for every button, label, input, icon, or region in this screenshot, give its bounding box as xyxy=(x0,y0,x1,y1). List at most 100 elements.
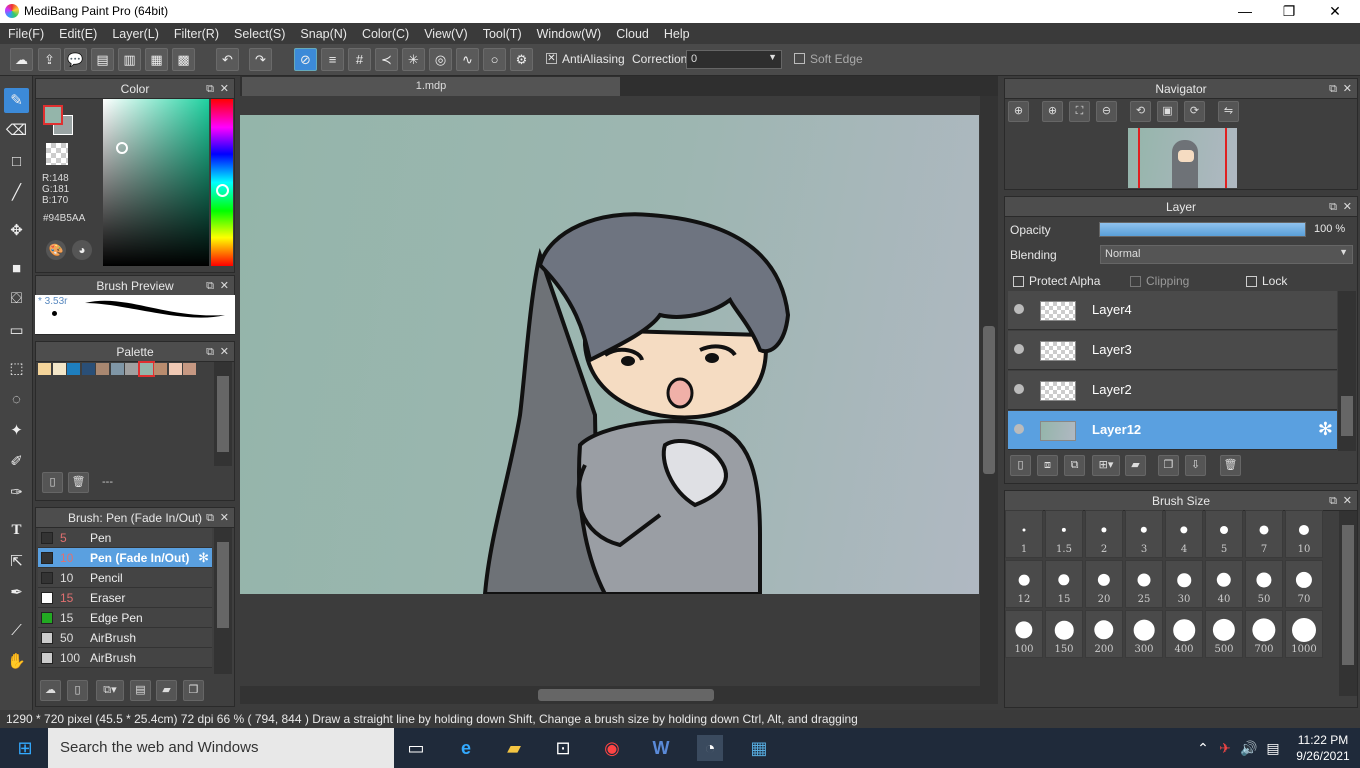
select-pen-tool-icon[interactable]: ✐ xyxy=(4,449,29,474)
radial-snap-icon[interactable]: ✳ xyxy=(402,48,425,71)
medibang-taskbar-icon[interactable]: ◔ xyxy=(697,735,723,761)
hue-slider-handle[interactable] xyxy=(216,184,229,197)
menu-filter[interactable]: Filter(R) xyxy=(174,27,219,41)
menu-layer[interactable]: Layer(L) xyxy=(112,27,159,41)
new-1bit-layer-icon[interactable]: ⧉ xyxy=(1064,455,1085,476)
taskbar-search-box[interactable]: Search the web and Windows xyxy=(48,728,394,768)
artwork-canvas[interactable] xyxy=(240,115,979,594)
eye-icon[interactable] xyxy=(1014,304,1024,314)
eye-icon[interactable] xyxy=(1014,424,1024,434)
palette-scrollbar[interactable] xyxy=(214,362,232,466)
palette-swatch[interactable] xyxy=(168,363,182,375)
clock[interactable]: 11:22 PM 9/26/2021 xyxy=(1290,732,1356,764)
add-layer-menu-icon[interactable]: ⊞▾ xyxy=(1092,455,1120,476)
close-icon[interactable]: ✕ xyxy=(220,342,229,362)
brush-size-option[interactable]: 70 xyxy=(1285,560,1323,608)
brush-size-option[interactable]: 150 xyxy=(1045,610,1083,658)
parallel-snap-icon[interactable]: ≡ xyxy=(321,48,344,71)
new-layer-icon[interactable]: ▯ xyxy=(1010,455,1031,476)
cloud-icon[interactable]: ☁ xyxy=(10,48,33,71)
redo-icon[interactable]: ↷ xyxy=(249,48,272,71)
brush-folder-icon[interactable]: ▰ xyxy=(156,680,177,701)
edge-browser-icon[interactable]: e xyxy=(453,735,479,761)
close-icon[interactable]: ✕ xyxy=(220,508,229,528)
task-view-icon[interactable]: ▭ xyxy=(403,735,429,761)
brush-size-option[interactable]: 15 xyxy=(1045,560,1083,608)
rotate-right-icon[interactable]: ⟳ xyxy=(1184,101,1205,122)
layer-row[interactable]: Layer2 xyxy=(1008,371,1337,410)
popout-icon[interactable]: ⧉ xyxy=(206,276,214,296)
menu-select[interactable]: Select(S) xyxy=(234,27,285,41)
move-tool-icon[interactable]: ✥ xyxy=(4,218,29,243)
shape-tool-icon[interactable]: □ xyxy=(4,149,29,174)
canvas-vscroll-thumb[interactable] xyxy=(983,326,995,474)
menu-file[interactable]: File(F) xyxy=(8,27,44,41)
gear-icon[interactable]: ✻ xyxy=(1318,419,1333,440)
popout-icon[interactable]: ⧉ xyxy=(1329,197,1337,217)
new-folder-icon[interactable]: ▰ xyxy=(1125,455,1146,476)
palette-scroll-thumb[interactable] xyxy=(217,376,229,452)
palette-swatch[interactable] xyxy=(38,363,51,375)
brush-size-option[interactable]: 1000 xyxy=(1285,610,1323,658)
select-eraser-tool-icon[interactable]: ✑ xyxy=(4,480,29,505)
store-icon[interactable]: ⊡ xyxy=(550,735,576,761)
brush-size-option[interactable]: 25 xyxy=(1125,560,1163,608)
brush-item[interactable]: 10 Pencil xyxy=(38,568,212,588)
gear-icon[interactable]: ✻ xyxy=(198,550,209,566)
fill-shape-tool-icon[interactable]: ■ xyxy=(4,256,29,281)
cloud-brush-icon[interactable]: ☁ xyxy=(40,680,61,701)
palette-swatch[interactable] xyxy=(81,363,95,375)
brush-size-option[interactable]: 12 xyxy=(1005,560,1043,608)
brush-settings-icon[interactable]: ▤ xyxy=(130,680,151,701)
add-brush-menu-icon[interactable]: ⧉▾ xyxy=(96,680,124,701)
network-icon[interactable]: ✈ xyxy=(1212,735,1238,761)
comment-icon[interactable]: 💬 xyxy=(64,48,87,71)
fit-window-icon[interactable]: ⛶ xyxy=(1069,101,1090,122)
palette-swatch[interactable] xyxy=(137,361,155,377)
magic-wand-tool-icon[interactable]: ✦ xyxy=(4,418,29,443)
eye-icon[interactable] xyxy=(1014,344,1024,354)
volume-icon[interactable]: 🔊 xyxy=(1236,735,1262,761)
brush-size-option[interactable]: 30 xyxy=(1165,560,1203,608)
brush-scrollbar[interactable] xyxy=(214,528,232,674)
curve-snap-icon[interactable]: ∿ xyxy=(456,48,479,71)
blending-select[interactable]: Normal ▼ xyxy=(1100,245,1353,264)
notifications-icon[interactable]: ▤ xyxy=(1260,735,1286,761)
canvas-vertical-scrollbar[interactable] xyxy=(980,96,998,686)
dot-tool-icon[interactable]: ╱ xyxy=(4,180,29,205)
softedge-checkbox[interactable] xyxy=(794,53,805,64)
palette-swatch[interactable] xyxy=(67,363,80,375)
lock-checkbox[interactable] xyxy=(1246,276,1257,287)
brush-size-option[interactable]: 500 xyxy=(1205,610,1243,658)
brush-item[interactable]: 50 AirBrush xyxy=(38,628,212,648)
zoom-in-alt-icon[interactable]: ⊕ xyxy=(1042,101,1063,122)
layer-scroll-thumb[interactable] xyxy=(1341,396,1353,436)
frame-divider-tool-icon[interactable]: ✒ xyxy=(4,580,29,605)
color-wheel-icon[interactable]: ◕ xyxy=(72,240,92,260)
add-brush-icon[interactable]: ▯ xyxy=(67,680,88,701)
file-explorer-icon[interactable]: ▰ xyxy=(501,735,527,761)
layer-scrollbar[interactable] xyxy=(1338,291,1356,451)
brush-item[interactable]: 15 Edge Pen xyxy=(38,608,212,628)
brush-size-option[interactable]: 1.5 xyxy=(1045,510,1083,558)
brush-size-option[interactable]: 300 xyxy=(1125,610,1163,658)
photos-icon[interactable]: ▦ xyxy=(746,735,772,761)
undo-icon[interactable]: ↶ xyxy=(216,48,239,71)
reset-view-icon[interactable]: ▣ xyxy=(1157,101,1178,122)
minimize-button[interactable]: — xyxy=(1222,0,1268,23)
brush-size-option[interactable]: 5 xyxy=(1205,510,1243,558)
popout-icon[interactable]: ⧉ xyxy=(1329,491,1337,511)
maximize-button[interactable]: ❐ xyxy=(1266,0,1312,23)
eye-icon[interactable] xyxy=(1014,384,1024,394)
brush-item[interactable]: 15 Eraser xyxy=(38,588,212,608)
brush-item[interactable]: 5 Pen xyxy=(38,528,212,548)
close-button[interactable]: ✕ xyxy=(1312,0,1358,23)
circle-snap-icon[interactable]: ◎ xyxy=(429,48,452,71)
opacity-slider[interactable] xyxy=(1099,222,1306,237)
brush-item[interactable]: 100 AirBrush xyxy=(38,648,212,668)
sv-picker-handle[interactable] xyxy=(116,142,128,154)
menu-snap[interactable]: Snap(N) xyxy=(300,27,347,41)
chrome-icon[interactable]: ◉ xyxy=(599,735,625,761)
upload-icon[interactable]: ⇪ xyxy=(38,48,61,71)
grid-icon[interactable]: ▩ xyxy=(172,48,195,71)
